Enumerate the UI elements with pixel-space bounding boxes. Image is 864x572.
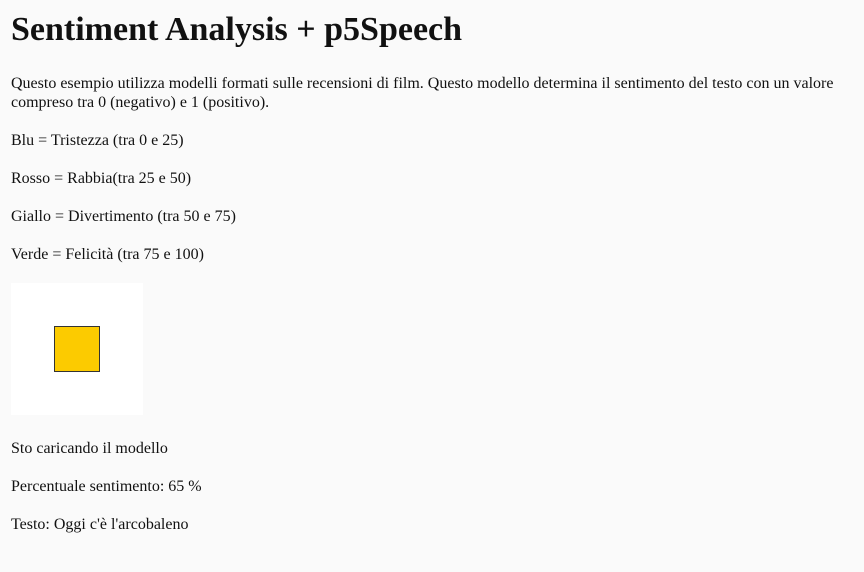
sentiment-percentage: Percentuale sentimento: 65 %	[11, 478, 202, 495]
model-status: Sto caricando il modello	[11, 440, 168, 457]
page-title: Sentiment Analysis + p5Speech	[11, 11, 463, 48]
intro-text: Questo esempio utilizza modelli formati …	[11, 75, 834, 111]
legend-red: Rosso = Rabbia(tra 25 e 50)	[11, 170, 192, 187]
legend-blue: Blu = Tristezza (tra 0 e 25)	[11, 132, 184, 149]
recognized-text: Testo: Oggi c'è l'arcobaleno	[11, 516, 189, 533]
legend-yellow: Giallo = Divertimento (tra 50 e 75)	[11, 208, 236, 225]
legend-green: Verde = Felicità (tra 75 e 100)	[11, 246, 204, 263]
sentiment-square	[54, 326, 100, 372]
sketch-canvas	[11, 283, 143, 415]
